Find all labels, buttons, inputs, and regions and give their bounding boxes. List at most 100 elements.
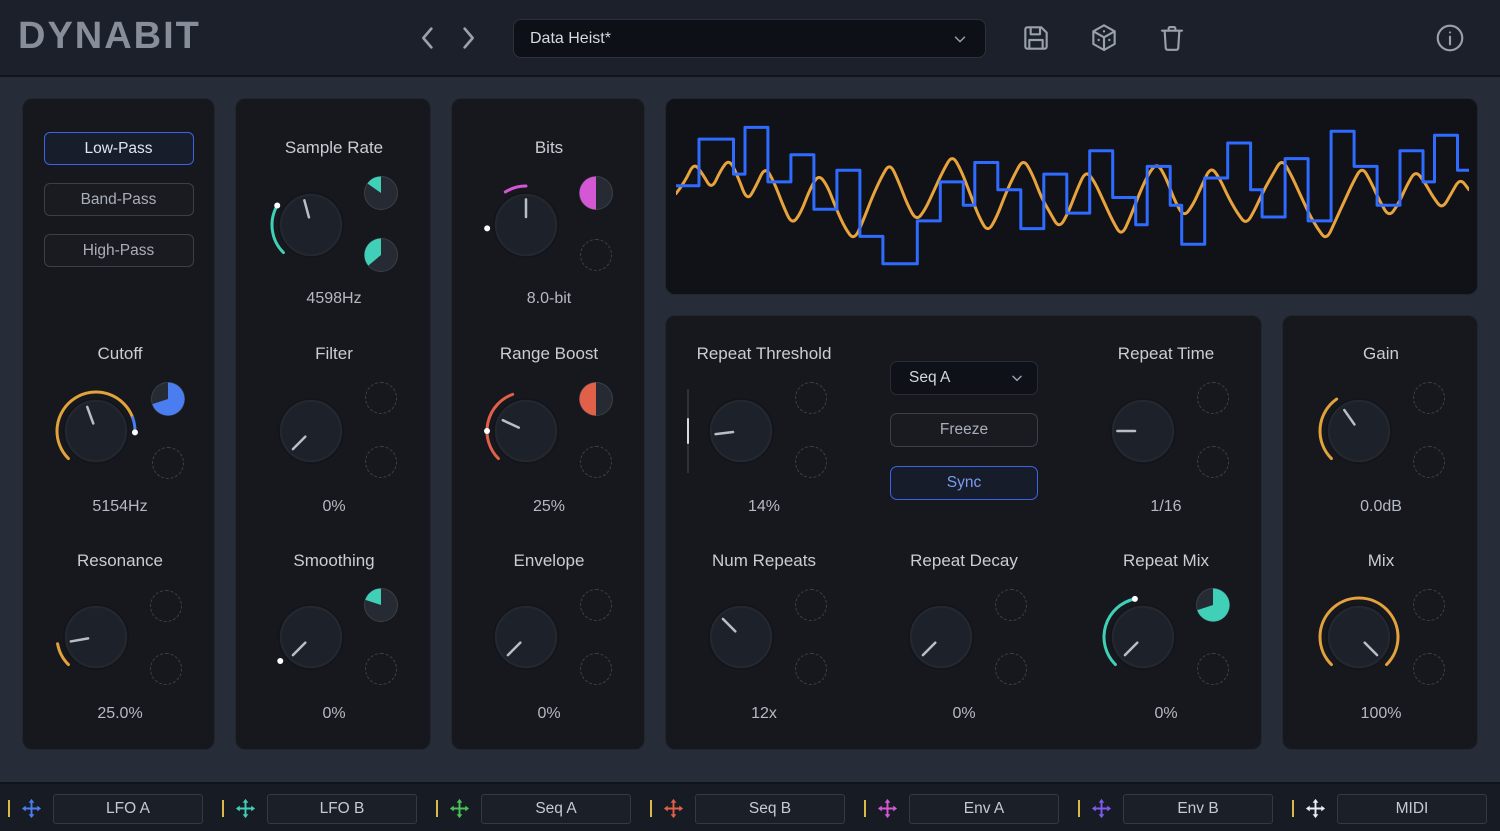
- sample-rate-mod-amount[interactable]: [363, 175, 399, 211]
- filter-mode-band-pass-button[interactable]: Band-Pass: [44, 183, 194, 216]
- repeat-time-value: 1/16: [1150, 498, 1181, 516]
- cutoff-knob[interactable]: [53, 388, 139, 474]
- cutoff-mod-slot[interactable]: [152, 447, 184, 479]
- mix-mod-slot[interactable]: [1413, 589, 1445, 621]
- drag-handle-icon[interactable]: [1304, 797, 1327, 820]
- repeat-threshold-mod-slot[interactable]: [795, 382, 827, 414]
- repeat-threshold-knob[interactable]: [698, 388, 784, 474]
- repeat-time-mod-slot[interactable]: [1197, 382, 1229, 414]
- mod-slot-lfo-a: LFO A: [8, 793, 203, 824]
- header-bar: DYNABIT Data Heist*: [0, 0, 1500, 77]
- sync-button[interactable]: Sync: [890, 466, 1038, 500]
- repeat-mix-value: 0%: [1154, 705, 1177, 723]
- mod-active-tick: [222, 800, 224, 817]
- range-boost-mod-slot[interactable]: [580, 446, 612, 478]
- resonance-mod-slot[interactable]: [150, 590, 182, 622]
- mod-source-midi-button[interactable]: MIDI: [1337, 794, 1487, 824]
- mod-slot-midi: MIDI: [1292, 793, 1487, 824]
- range-boost-knob[interactable]: [483, 388, 569, 474]
- resonance-value: 25.0%: [97, 705, 142, 723]
- mod-source-lfo-b-button[interactable]: LFO B: [267, 794, 417, 824]
- sr-filter-mod-slot[interactable]: [365, 382, 397, 414]
- envelope-mod-slot[interactable]: [580, 589, 612, 621]
- num-repeats-mod-slot[interactable]: [795, 653, 827, 685]
- mod-source-bar: LFO A LFO B Seq A Seq B Env A Env B: [0, 782, 1500, 831]
- bits-mod-slot[interactable]: [580, 239, 612, 271]
- repeat-decay-mod-slot[interactable]: [995, 653, 1027, 685]
- mix-knob[interactable]: [1316, 594, 1402, 680]
- smoothing-mod-amount[interactable]: [363, 587, 399, 623]
- cutoff-mod-amount[interactable]: [150, 381, 186, 417]
- drag-handle-icon[interactable]: [20, 797, 43, 820]
- drag-handle-icon[interactable]: [876, 797, 899, 820]
- smoothing-knob[interactable]: [268, 594, 354, 680]
- repeat-mix-mod-amount[interactable]: [1195, 587, 1231, 623]
- envelope-mod-slot[interactable]: [580, 653, 612, 685]
- sr-filter-knob[interactable]: [268, 388, 354, 474]
- next-preset-button[interactable]: [452, 22, 484, 54]
- num-repeats-value: 12x: [751, 705, 777, 723]
- delete-preset-button[interactable]: [1156, 22, 1188, 54]
- num-repeats-knob[interactable]: [698, 594, 784, 680]
- drag-handle-icon[interactable]: [234, 797, 257, 820]
- gain-mod-slot[interactable]: [1413, 446, 1445, 478]
- info-button[interactable]: [1434, 22, 1466, 54]
- randomize-button[interactable]: [1088, 22, 1120, 54]
- bits-label: Bits: [535, 138, 563, 158]
- chevron-right-icon: [452, 22, 484, 54]
- sr-filter-value: 0%: [322, 498, 345, 516]
- filter-panel: Low-Pass Band-Pass High-Pass Cutoff 5154…: [22, 98, 215, 750]
- drag-handle-icon[interactable]: [1090, 797, 1113, 820]
- repeat-threshold-mod-slot[interactable]: [795, 446, 827, 478]
- repeat-threshold-value: 14%: [748, 498, 780, 516]
- mod-source-env-a-button[interactable]: Env A: [909, 794, 1059, 824]
- mod-active-tick: [436, 800, 438, 817]
- filter-mode-high-pass-button[interactable]: High-Pass: [44, 234, 194, 267]
- drag-handle-icon[interactable]: [662, 797, 685, 820]
- waveform-display: [676, 111, 1469, 284]
- gain-knob[interactable]: [1316, 388, 1402, 474]
- chevron-down-icon: [951, 30, 969, 48]
- dynabit-plugin-window: DYNABIT Data Heist*: [0, 0, 1500, 831]
- filter-mode-low-pass-button[interactable]: Low-Pass: [44, 132, 194, 165]
- waveform-panel: [665, 98, 1478, 295]
- sample-rate-mod-amount[interactable]: [363, 237, 399, 273]
- repeat-decay-knob[interactable]: [898, 594, 984, 680]
- mod-source-seq-b-button[interactable]: Seq B: [695, 794, 845, 824]
- save-icon: [1020, 22, 1052, 54]
- drag-handle-icon[interactable]: [448, 797, 471, 820]
- sequence-selector[interactable]: Seq A: [890, 361, 1038, 395]
- preset-selector[interactable]: Data Heist*: [513, 19, 986, 58]
- mod-source-env-b-button[interactable]: Env B: [1123, 794, 1273, 824]
- bits-knob[interactable]: [483, 182, 569, 268]
- mod-source-lfo-a-button[interactable]: LFO A: [53, 794, 203, 824]
- previous-preset-button[interactable]: [412, 22, 444, 54]
- repeat-threshold-label: Repeat Threshold: [697, 344, 832, 364]
- mod-active-tick: [8, 800, 10, 817]
- repeat-mix-knob[interactable]: [1100, 594, 1186, 680]
- smoothing-mod-slot[interactable]: [365, 653, 397, 685]
- repeat-decay-mod-slot[interactable]: [995, 589, 1027, 621]
- mod-active-tick: [650, 800, 652, 817]
- gain-mod-slot[interactable]: [1413, 382, 1445, 414]
- mix-mod-slot[interactable]: [1413, 653, 1445, 685]
- bits-mod-amount[interactable]: [578, 175, 614, 211]
- resonance-knob[interactable]: [53, 594, 139, 680]
- repeat-time-mod-slot[interactable]: [1197, 446, 1229, 478]
- range-boost-mod-amount[interactable]: [578, 381, 614, 417]
- sr-filter-mod-slot[interactable]: [365, 446, 397, 478]
- output-panel: Gain 0.0dB Mix 100%: [1282, 315, 1478, 750]
- resonance-mod-slot[interactable]: [150, 653, 182, 685]
- repeat-mix-mod-slot[interactable]: [1197, 653, 1229, 685]
- freeze-button[interactable]: Freeze: [890, 413, 1038, 447]
- smoothing-value: 0%: [322, 705, 345, 723]
- num-repeats-mod-slot[interactable]: [795, 589, 827, 621]
- repeat-time-knob[interactable]: [1100, 388, 1186, 474]
- sample-rate-knob[interactable]: [268, 182, 354, 268]
- resonance-label: Resonance: [77, 551, 163, 571]
- mod-slot-lfo-b: LFO B: [222, 793, 417, 824]
- repeat-decay-label: Repeat Decay: [910, 551, 1018, 571]
- save-preset-button[interactable]: [1020, 22, 1052, 54]
- mod-source-seq-a-button[interactable]: Seq A: [481, 794, 631, 824]
- envelope-knob[interactable]: [483, 594, 569, 680]
